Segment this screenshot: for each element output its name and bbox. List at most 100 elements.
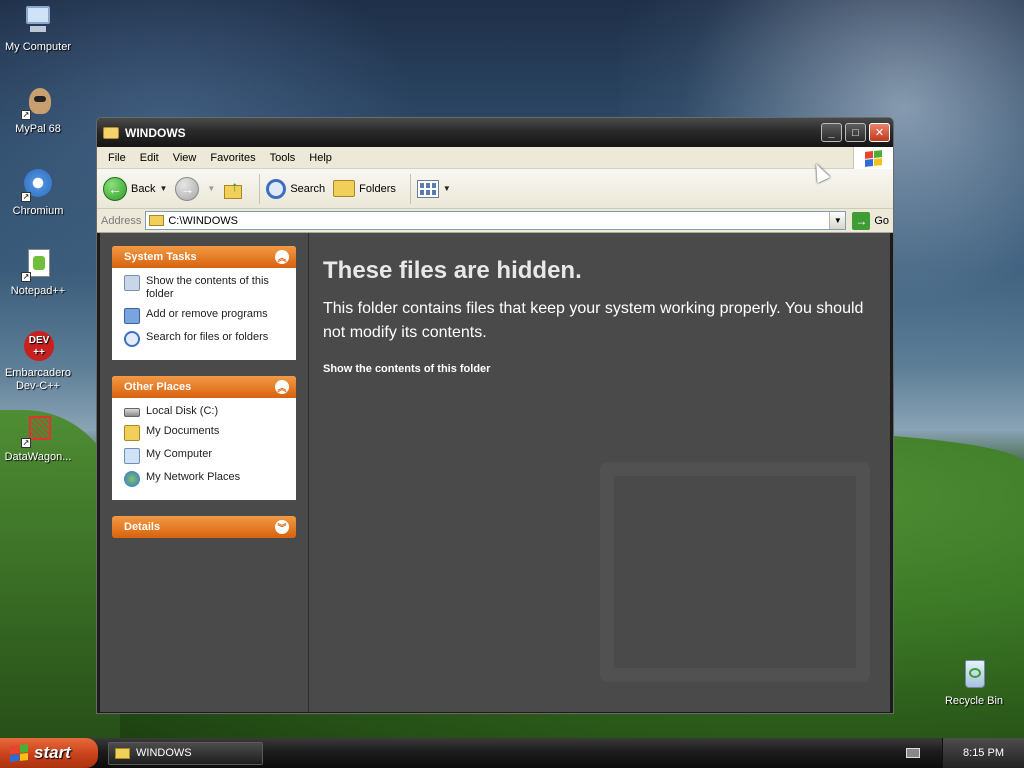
task-show-contents[interactable]: Show the contents of this folder (124, 275, 286, 301)
menu-help[interactable]: Help (302, 152, 339, 164)
system-tray: 8:15 PM (904, 738, 1024, 768)
forward-dropdown-icon[interactable]: ▼ (207, 184, 215, 193)
place-my-network-places[interactable]: My Network Places (124, 471, 286, 487)
notepadpp-icon: ↗ (21, 248, 55, 282)
place-my-computer[interactable]: My Computer (124, 448, 286, 464)
address-input[interactable]: C:\WINDOWS ▼ (145, 211, 847, 230)
back-label: Back (131, 182, 156, 195)
expand-chevron-icon[interactable]: ︾ (275, 520, 289, 534)
minimize-button[interactable]: _ (821, 123, 842, 142)
hidden-files-description: This folder contains files that keep you… (323, 300, 864, 341)
place-my-documents[interactable]: My Documents (124, 425, 286, 441)
desktop-icon-label: Recycle Bin (944, 695, 1004, 707)
toolbar-separator (259, 173, 261, 204)
other-places-title: Other Places (124, 381, 192, 393)
back-dropdown-icon[interactable]: ▼ (159, 184, 167, 193)
desktop-icon-notepadpp[interactable]: ↗ Notepad++ (0, 248, 78, 298)
folder-watermark (600, 462, 870, 682)
close-button[interactable]: ✕ (869, 123, 890, 142)
recycle-bin-icon (957, 658, 991, 692)
windows-flag-icon (865, 149, 882, 167)
my-documents-icon (124, 425, 140, 441)
devcpp-icon: DEV ++ (21, 330, 55, 364)
clock[interactable]: 8:15 PM (942, 738, 1024, 768)
taskbar-window-title: WINDOWS (136, 747, 192, 759)
task-search-files[interactable]: Search for files or folders (124, 331, 286, 347)
menu-favorites[interactable]: Favorites (203, 152, 262, 164)
shortcut-arrow-icon: ↗ (21, 110, 31, 120)
system-tasks-group: System Tasks ︽ Show the contents of this… (112, 246, 296, 360)
place-local-disk[interactable]: Local Disk (C:) (124, 405, 286, 418)
shortcut-arrow-icon: ↗ (21, 438, 31, 448)
start-button[interactable]: start (0, 738, 98, 768)
place-label: My Computer (146, 448, 213, 460)
details-group: Details ︾ (112, 516, 296, 538)
details-header[interactable]: Details ︾ (112, 516, 296, 538)
address-bar: Address C:\WINDOWS ▼ → Go (97, 209, 893, 233)
back-button[interactable]: ← Back ▼ (103, 176, 167, 201)
go-arrow-icon: → (852, 211, 871, 230)
folders-label: Folders (359, 182, 396, 195)
taskbar: start WINDOWS 8:15 PM (0, 738, 1024, 768)
back-arrow-icon: ← (103, 176, 127, 201)
search-icon (124, 331, 140, 347)
toolbar-separator (409, 173, 411, 204)
search-label: Search (290, 182, 326, 195)
start-label: start (34, 743, 71, 762)
maximize-button[interactable]: □ (845, 123, 866, 142)
address-dropdown-icon[interactable]: ▼ (829, 212, 846, 229)
menu-view[interactable]: View (166, 152, 204, 164)
forward-button[interactable]: → ▼ (175, 176, 215, 201)
toolbar: ← Back ▼ → ▼ ↑ Search Folders ▼ (97, 169, 893, 209)
up-folder-button[interactable]: ↑ (223, 178, 245, 200)
show-contents-link[interactable]: Show the contents of this folder (323, 363, 876, 375)
desktop-icon-mypal[interactable]: ↗ MyPal 68 (0, 86, 78, 136)
taskbar-window-button[interactable]: WINDOWS (108, 741, 263, 765)
desktop-icon-datawagon[interactable]: ↗ DataWagon... (0, 414, 78, 464)
desktop-icon-chromium[interactable]: ↗ Chromium (0, 168, 78, 218)
shortcut-arrow-icon: ↗ (21, 272, 31, 282)
go-button[interactable]: → Go (852, 211, 889, 230)
windows-logo (853, 147, 893, 169)
collapse-chevron-icon[interactable]: ︽ (275, 380, 289, 394)
forward-arrow-icon: → (175, 176, 200, 201)
place-label: My Documents (146, 425, 220, 437)
title-bar[interactable]: WINDOWS _ □ ✕ (97, 118, 893, 147)
desktop-icon-label: My Computer (4, 41, 72, 53)
task-add-remove-programs[interactable]: Add or remove programs (124, 308, 286, 324)
explorer-window: WINDOWS _ □ ✕ File Edit View Favorites T… (96, 117, 894, 714)
search-button[interactable]: Search (266, 178, 326, 199)
shortcut-arrow-icon: ↗ (21, 192, 31, 202)
menu-tools[interactable]: Tools (263, 152, 303, 164)
system-tasks-title: System Tasks (124, 251, 197, 263)
mypal-icon: ↗ (21, 86, 55, 120)
task-pane: System Tasks ︽ Show the contents of this… (100, 233, 309, 712)
desktop-icon-my-computer[interactable]: My Computer (0, 4, 78, 54)
place-label: Local Disk (C:) (146, 405, 219, 417)
views-icon (416, 179, 439, 198)
other-places-body: Local Disk (C:) My Documents My Computer… (112, 398, 296, 500)
desktop-icon-label: Chromium (12, 205, 64, 217)
menu-bar: File Edit View Favorites Tools Help (97, 147, 893, 169)
search-icon (266, 178, 287, 199)
add-remove-programs-icon (124, 308, 140, 324)
collapse-chevron-icon[interactable]: ︽ (275, 250, 289, 264)
system-tasks-header[interactable]: System Tasks ︽ (112, 246, 296, 268)
task-label: Search for files or folders (146, 331, 269, 343)
network-places-icon (124, 471, 140, 487)
menu-file[interactable]: File (101, 152, 133, 164)
menu-edit[interactable]: Edit (133, 152, 166, 164)
my-computer-icon (21, 4, 55, 38)
content-area: System Tasks ︽ Show the contents of this… (100, 233, 890, 712)
other-places-header[interactable]: Other Places ︽ (112, 376, 296, 398)
folder-icon (149, 215, 165, 226)
main-pane: These files are hidden. This folder cont… (309, 233, 890, 712)
details-title: Details (124, 521, 161, 533)
windows-flag-icon (10, 744, 28, 762)
desktop-icon-devcpp[interactable]: DEV ++ Embarcadero Dev-C++ (0, 330, 78, 393)
folders-button[interactable]: Folders (333, 180, 396, 197)
desktop-icon-recycle-bin[interactable]: Recycle Bin (934, 658, 1014, 708)
desktop-icon-label: DataWagon... (4, 451, 72, 463)
views-button[interactable]: ▼ (416, 179, 451, 198)
keyboard-icon[interactable] (906, 748, 920, 758)
